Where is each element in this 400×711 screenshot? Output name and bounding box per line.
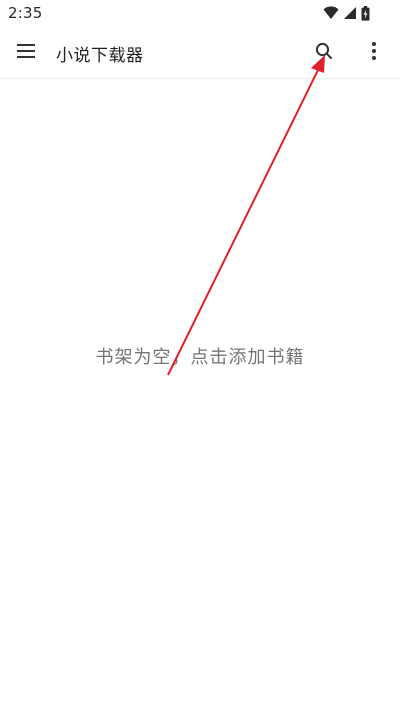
app-bar: 小说下载器 [0,28,400,79]
more-vert-icon [371,41,377,65]
empty-shelf-message[interactable]: 书架为空，点击添加书籍 [0,343,400,369]
app-screen: 2:35 小说下载器 书架为空，点击添加书籍 [0,0,400,711]
status-bar: 2:35 [0,0,400,28]
status-icons [323,5,370,21]
search-icon [315,42,333,64]
search-button[interactable] [306,33,342,73]
cellular-signal-icon [343,6,357,20]
hamburger-menu-icon [16,43,36,63]
status-time: 2:35 [8,4,43,22]
battery-charging-icon [361,5,370,21]
bookshelf-content: 书架为空，点击添加书籍 [0,79,400,711]
app-title: 小说下载器 [56,46,144,66]
menu-button[interactable] [8,33,44,73]
wifi-icon [323,6,339,20]
overflow-menu-button[interactable] [356,33,392,73]
